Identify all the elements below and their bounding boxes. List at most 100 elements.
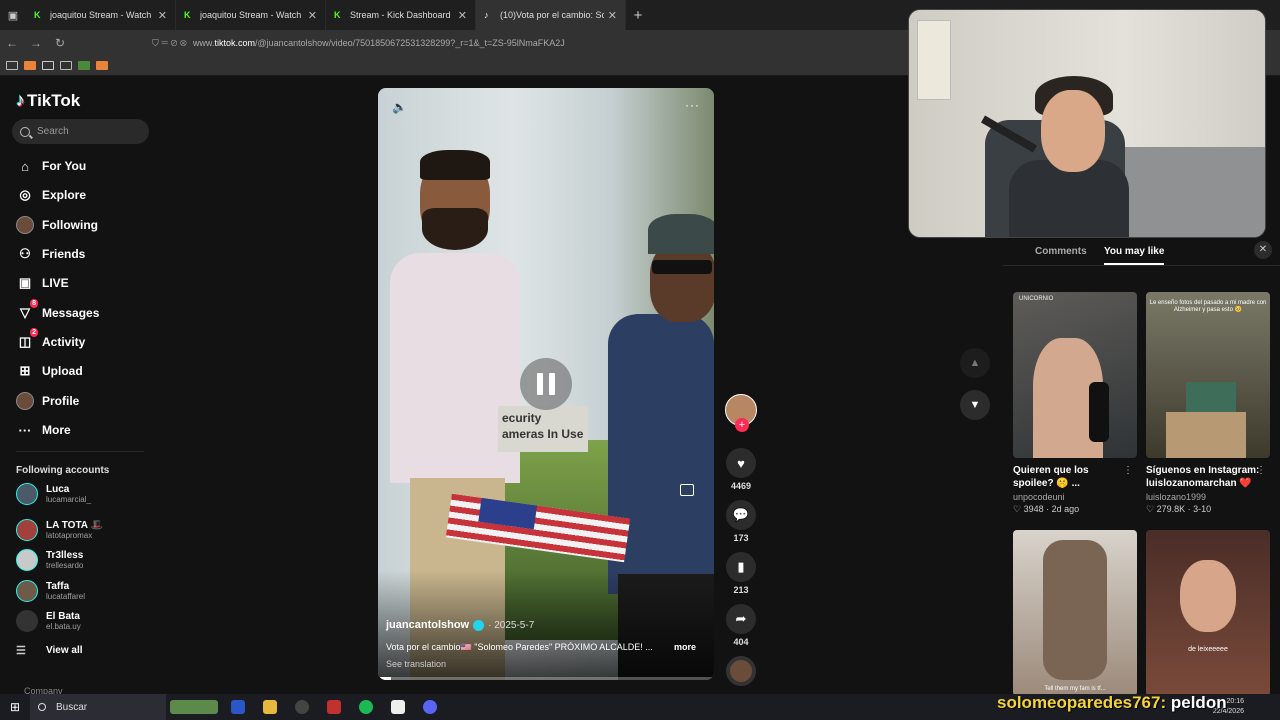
creator-avatar[interactable]: + <box>722 394 760 432</box>
music-disc[interactable] <box>722 656 760 686</box>
more-options-icon[interactable]: ⋮ <box>1123 465 1133 476</box>
video-thumbnail[interactable]: de leixeeeee <box>1146 530 1270 696</box>
card-user[interactable]: luislozano1999 <box>1146 492 1270 502</box>
see-translation-link[interactable]: See translation <box>386 659 446 669</box>
follow-plus-icon[interactable]: + <box>735 418 749 432</box>
share-icon[interactable]: ➦ <box>726 604 756 634</box>
following-account[interactable]: Taffa lucataffarel <box>16 578 85 604</box>
close-icon[interactable]: ✕ <box>308 9 317 22</box>
account-handle: latotapromax <box>46 530 93 540</box>
taskbar-search-label: Buscar <box>56 701 88 713</box>
more-options-icon[interactable]: ⋮ <box>1256 465 1266 476</box>
bookmark-icon[interactable] <box>96 61 108 70</box>
following-account[interactable]: Luca lucamarcial_ <box>16 481 91 507</box>
like-action[interactable]: ♥ 4469 <box>722 448 760 491</box>
video-thumbnail[interactable]: Tell them my fam is tf... <box>1013 530 1137 696</box>
url-field[interactable]: ⛉ ⚌ ⊘ ⊗ www. tiktok.com/@juancantolshow/v… <box>152 38 565 49</box>
music-disc-icon[interactable] <box>726 656 756 686</box>
video-date: · 2025-5-7 <box>488 619 535 631</box>
video-thumbnail[interactable]: Le enseño fotos del pasado a mi madre co… <box>1146 292 1270 458</box>
nav-explore[interactable]: ◎ Explore <box>16 185 86 205</box>
suggested-video-card[interactable]: UNICORNIO Quieren que los spoilee? 🤫 ...… <box>1013 292 1137 515</box>
bookmark-icon[interactable] <box>78 61 90 70</box>
nav-label: More <box>42 423 71 437</box>
taskbar-search[interactable]: Buscar <box>30 694 166 720</box>
nav-following[interactable]: Following <box>16 215 98 235</box>
nav-activity[interactable]: ◫ 2 Activity <box>16 328 85 352</box>
suggested-video-card[interactable]: Le enseño fotos del pasado a mi madre co… <box>1146 292 1270 515</box>
spotify-icon[interactable] <box>350 694 382 720</box>
app-icon[interactable] <box>318 694 350 720</box>
new-tab-button[interactable]: + <box>626 0 650 30</box>
bookmark-icon[interactable]: ▮ <box>726 552 756 582</box>
nav-profile[interactable]: Profile <box>16 391 79 411</box>
browser-tab[interactable]: K joaquitou Stream - Watch Live ✕ <box>176 0 326 30</box>
close-icon[interactable]: ✕ <box>158 9 167 22</box>
following-account[interactable]: Tr3lless trellesardo <box>16 547 83 573</box>
upload-icon: ⊞ <box>19 363 31 378</box>
tiktok-logo[interactable]: ♪ TikTok <box>16 90 80 111</box>
obs-icon[interactable] <box>286 694 318 720</box>
browser-tab-active[interactable]: ♪ (10)Vota por el cambio: Sol ✕ <box>476 0 626 30</box>
next-video-button[interactable]: ▼ <box>960 390 990 420</box>
video-thumbnail[interactable]: UNICORNIO <box>1013 292 1137 458</box>
reload-icon[interactable]: ↻ <box>48 36 72 50</box>
card-date: 2d ago <box>1051 504 1080 514</box>
discord-icon[interactable] <box>414 694 446 720</box>
previous-video-button[interactable]: ▲ <box>960 348 990 378</box>
folder-icon[interactable] <box>6 61 18 70</box>
nav-upload[interactable]: ⊞ Upload <box>16 361 83 381</box>
nav-more[interactable]: ··· More <box>16 420 71 440</box>
following-account[interactable]: LA TOTA 🎩 latotapromax <box>16 517 103 543</box>
view-all-link[interactable]: ☰ View all <box>16 644 83 657</box>
nav-live[interactable]: ▣ LIVE <box>16 273 69 293</box>
folder-icon[interactable] <box>254 694 286 720</box>
heart-icon[interactable]: ♥ <box>726 448 756 478</box>
close-icon[interactable]: ✕ <box>1254 241 1272 259</box>
app-icon[interactable] <box>222 694 254 720</box>
tiktok-note-icon: ♪ <box>16 90 25 110</box>
avatar[interactable]: + <box>725 394 757 432</box>
video-author[interactable]: juancantolshow · 2025-5-7 <box>386 619 534 631</box>
more-link[interactable]: more <box>674 642 696 652</box>
progress-bar[interactable] <box>378 677 714 680</box>
shield-icon[interactable]: ⛉ ⚌ ⊘ ⊗ <box>152 38 187 49</box>
video-player[interactable]: ecurity ameras In Use 🔈 ··· juancantolsh… <box>378 88 714 680</box>
tab-you-may-like[interactable]: You may like <box>1104 246 1165 265</box>
windows-start-icon[interactable]: ⊞ <box>0 700 30 714</box>
fullscreen-icon[interactable] <box>680 484 694 496</box>
close-icon[interactable]: ✕ <box>608 9 617 22</box>
suggested-video-card[interactable]: Tell them my fam is tf... <box>1013 530 1137 696</box>
bookmark-icon[interactable] <box>42 61 54 70</box>
more-options-icon[interactable]: ··· <box>685 98 700 112</box>
volume-icon[interactable]: 🔈 <box>392 100 407 114</box>
back-icon[interactable]: ← <box>0 36 24 50</box>
bookmark-icon[interactable] <box>24 61 36 70</box>
search-input[interactable]: Search <box>12 119 149 144</box>
browser-tab[interactable]: K joaquitou Stream - Watch Live ✕ <box>26 0 176 30</box>
author-name[interactable]: juancantolshow <box>386 619 469 631</box>
browser-tab[interactable]: K Stream - Kick Dashboard ✕ <box>326 0 476 30</box>
following-account[interactable]: El Bata el.bata.uy <box>16 608 81 634</box>
forward-icon[interactable]: → <box>24 36 48 50</box>
window-menu-icon[interactable]: ▣ <box>0 0 26 30</box>
card-user[interactable]: unpocodeuni <box>1013 492 1137 502</box>
folder-icon[interactable] <box>60 61 72 70</box>
video-sign-text: ecurity ameras In Use <box>498 406 588 452</box>
comment-icon[interactable]: 💬 <box>726 500 756 530</box>
panel-tabs: Comments You may like ✕ <box>1003 238 1280 266</box>
share-action[interactable]: ➦ 404 <box>722 604 760 647</box>
pause-button[interactable] <box>520 358 572 410</box>
kick-icon: K <box>34 10 41 20</box>
comment-action[interactable]: 💬 173 <box>722 500 760 543</box>
nav-label: LIVE <box>42 276 69 290</box>
notepad-icon[interactable] <box>382 694 414 720</box>
nav-for-you[interactable]: ⌂ For You <box>16 156 86 176</box>
save-action[interactable]: ▮ 213 <box>722 552 760 595</box>
close-icon[interactable]: ✕ <box>458 9 467 22</box>
tab-comments[interactable]: Comments <box>1035 246 1087 257</box>
suggested-video-card[interactable]: de leixeeeee <box>1146 530 1270 696</box>
nav-messages[interactable]: ▽ 8 Messages <box>16 299 99 323</box>
nav-friends[interactable]: ⚇ Friends <box>16 244 85 264</box>
weather-widget[interactable] <box>166 694 222 720</box>
